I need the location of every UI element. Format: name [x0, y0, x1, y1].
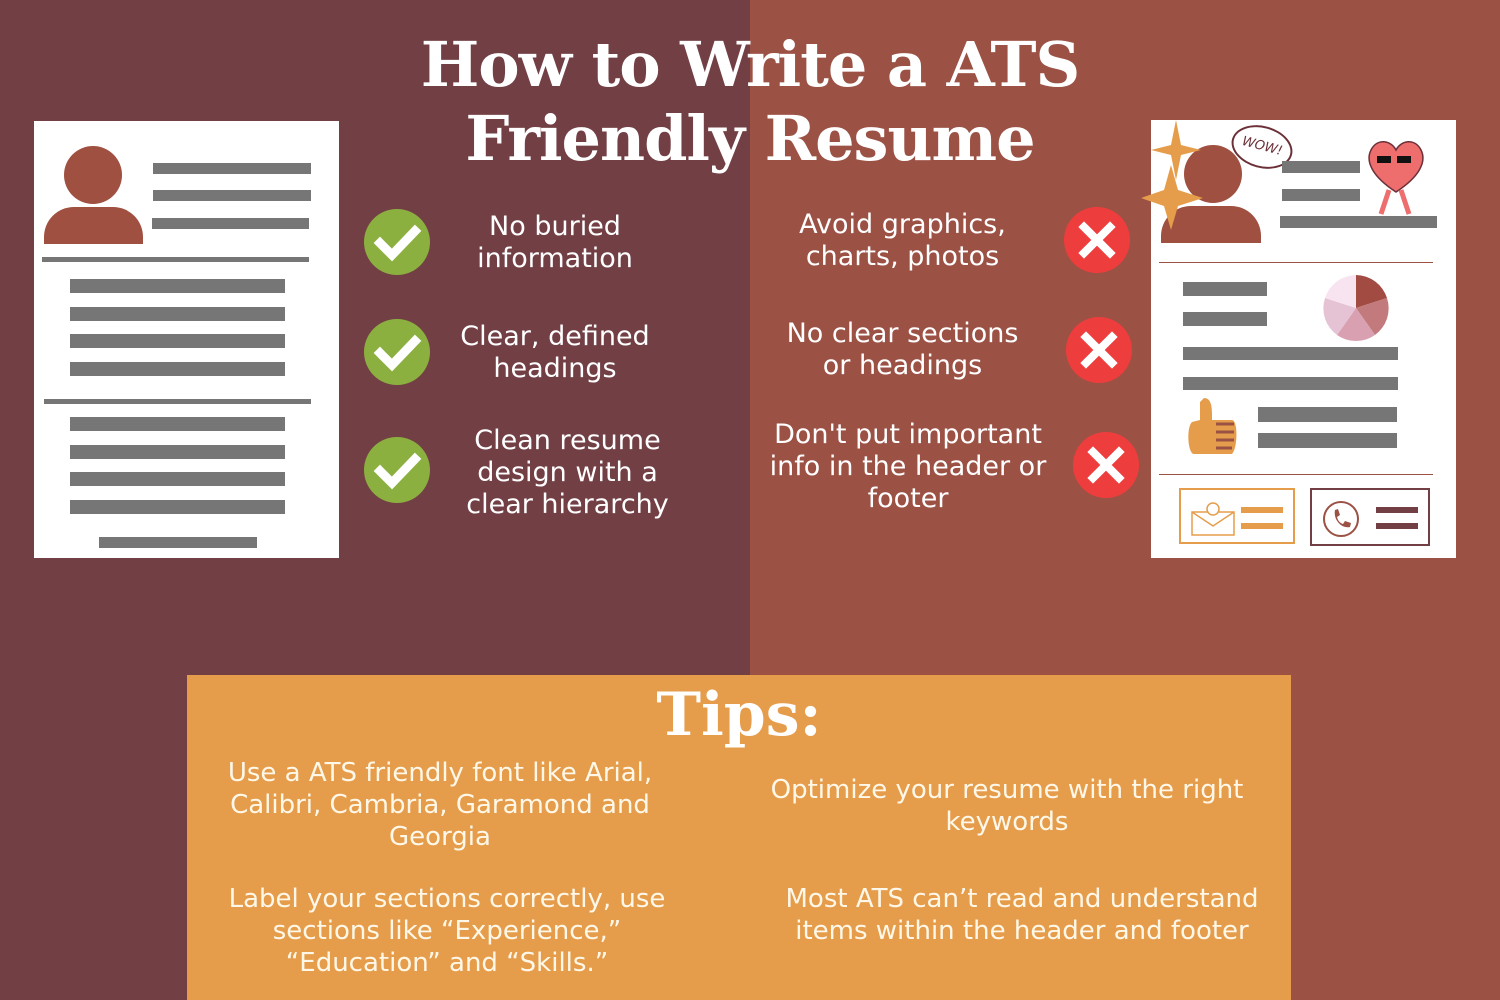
- placeholder-line: [1183, 282, 1267, 296]
- do-item: No buried information: [477, 211, 633, 274]
- tip-item: Optimize your resume with the right keyw…: [770, 775, 1244, 837]
- placeholder-line: [1376, 523, 1418, 529]
- email-contact-box: [1179, 488, 1295, 544]
- envelope-icon: [1191, 502, 1235, 536]
- check-icon: [364, 437, 430, 503]
- placeholder-line: [99, 537, 257, 548]
- placeholder-line: [1183, 377, 1398, 390]
- placeholder-line: [1282, 161, 1360, 173]
- dont-item: No clear sections or headings: [786, 318, 1019, 381]
- do-item: Clean resume design with a clear hierarc…: [466, 425, 669, 520]
- placeholder-line: [1183, 347, 1398, 360]
- phone-contact-box: [1310, 488, 1430, 546]
- sparkle-icon: [1141, 120, 1203, 230]
- placeholder-line: [153, 190, 311, 201]
- cross-icon: [1064, 207, 1130, 273]
- dont-item: Avoid graphics, charts, photos: [799, 209, 1006, 272]
- placeholder-line: [70, 500, 285, 514]
- pie-chart-icon: [1323, 275, 1389, 342]
- ornamental-divider: [1159, 474, 1433, 475]
- section-divider: [44, 399, 311, 404]
- good-resume-illustration: [34, 121, 339, 558]
- placeholder-line: [153, 163, 311, 174]
- placeholder-line: [70, 307, 285, 321]
- avatar-icon: [64, 146, 122, 204]
- placeholder-line: [152, 218, 309, 229]
- check-icon: [364, 319, 430, 385]
- bad-resume-illustration: WOW!: [1141, 118, 1456, 558]
- avatar-body: [44, 207, 143, 244]
- placeholder-line: [70, 362, 285, 376]
- placeholder-line: [1376, 507, 1418, 513]
- tip-item: Label your sections correctly, use secti…: [228, 884, 666, 978]
- placeholder-line: [70, 472, 285, 486]
- ornamental-divider: [1159, 262, 1433, 263]
- do-item: Clear, defined headings: [460, 321, 650, 384]
- cross-icon: [1073, 432, 1139, 498]
- placeholder-line: [70, 417, 285, 431]
- thumbs-up-icon: [1188, 398, 1237, 454]
- placeholder-line: [1241, 523, 1283, 529]
- placeholder-line: [70, 334, 285, 348]
- placeholder-line: [70, 279, 285, 293]
- placeholder-line: [1258, 433, 1397, 448]
- speech-bubble-text: WOW!: [1240, 133, 1284, 160]
- placeholder-line: [1282, 189, 1360, 201]
- tips-panel: Tips: Use a ATS friendly font like Arial…: [187, 675, 1291, 1000]
- placeholder-line: [1241, 507, 1283, 513]
- section-divider: [42, 257, 309, 262]
- cross-icon: [1066, 317, 1132, 383]
- placeholder-line: [70, 445, 285, 459]
- tips-heading: Tips:: [656, 680, 822, 750]
- dont-item: Don't put important info in the header o…: [769, 419, 1047, 514]
- heart-character-icon: [1368, 141, 1424, 215]
- title-line-1: How to Write a ATS: [420, 28, 1081, 101]
- check-icon: [364, 209, 430, 275]
- phone-icon: [1323, 501, 1359, 537]
- tip-item: Use a ATS friendly font like Arial, Cali…: [227, 758, 653, 852]
- placeholder-line: [1183, 312, 1267, 326]
- tip-item: Most ATS can’t read and understand items…: [785, 884, 1259, 946]
- placeholder-line: [1258, 407, 1397, 422]
